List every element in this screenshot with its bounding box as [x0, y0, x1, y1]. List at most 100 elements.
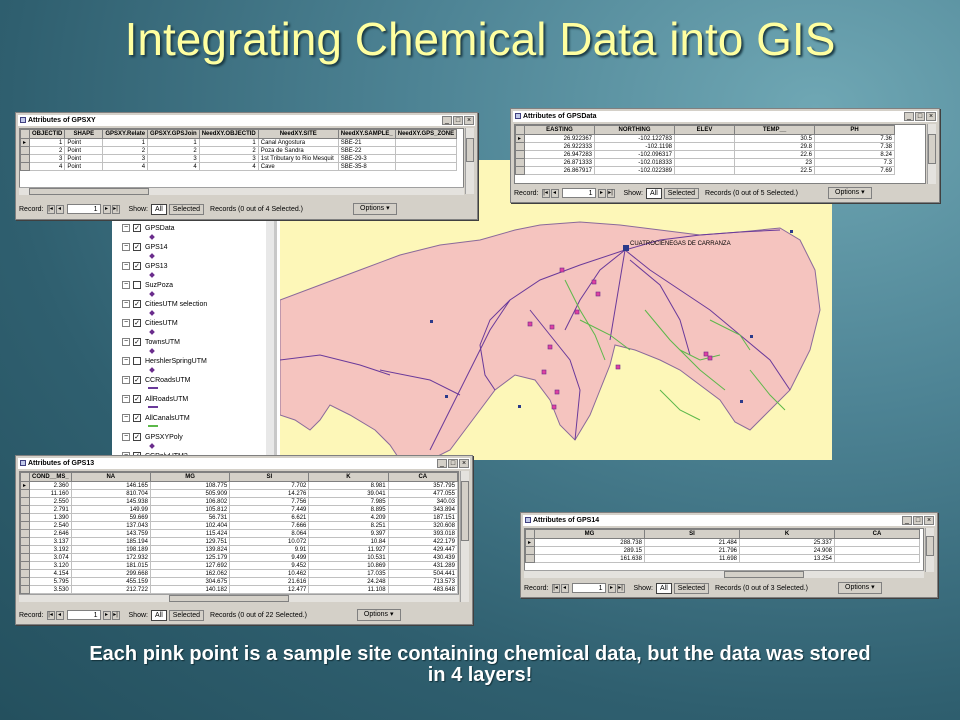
table-cell[interactable]: SBE-21: [337, 138, 396, 147]
next-record-button[interactable]: ▸: [102, 204, 111, 214]
table-cell[interactable]: 1st Tributary to Rio Mesquit: [257, 154, 339, 163]
table-cell[interactable]: 1: [147, 138, 200, 147]
options-button[interactable]: Options ▾: [838, 582, 882, 594]
column-header[interactable]: NeedXY.SAMPLE_: [337, 129, 396, 139]
row-selector[interactable]: [525, 554, 535, 563]
expand-collapse-icon[interactable]: −: [122, 281, 130, 289]
table-cell[interactable]: [834, 546, 920, 555]
table-cell[interactable]: 146.165: [70, 481, 151, 490]
table-cell[interactable]: 10.072: [229, 537, 310, 546]
toc-layer-item[interactable]: − ✓ GPSData: [122, 220, 175, 236]
row-selector[interactable]: ▸: [515, 134, 525, 143]
toc-scrollbar[interactable]: [266, 210, 274, 460]
row-selector[interactable]: [20, 505, 30, 514]
table-row[interactable]: 26.867917 -102.022389 22.5 7.69: [515, 166, 895, 175]
column-header[interactable]: OBJECTID: [28, 129, 66, 139]
table-cell[interactable]: 149.99: [70, 505, 151, 514]
table-cell[interactable]: 212.722: [70, 585, 151, 594]
layer-visibility-checkbox[interactable]: ✓: [133, 243, 141, 251]
expand-collapse-icon[interactable]: −: [122, 243, 130, 251]
column-header[interactable]: EASTING: [524, 125, 595, 135]
table-cell[interactable]: 108.775: [149, 481, 231, 490]
table-row[interactable]: ▸ 288.738 21.484 25.337: [525, 538, 920, 547]
table-cell[interactable]: 3.530: [28, 585, 72, 594]
table-cell[interactable]: 2.646: [28, 529, 72, 538]
toc-layer-item[interactable]: − ✓ CCRoadsUTM: [122, 372, 191, 388]
row-selector[interactable]: [515, 150, 525, 159]
minimize-button[interactable]: _: [902, 516, 912, 525]
table-cell[interactable]: 26.871333: [524, 158, 595, 167]
table-cell[interactable]: 3.137: [28, 537, 72, 546]
table-cell[interactable]: 2.540: [28, 521, 72, 530]
expand-collapse-icon[interactable]: −: [122, 224, 130, 232]
toc-layer-item[interactable]: − ✓ CitiesUTM: [122, 315, 178, 331]
table-cell[interactable]: 59.669: [70, 513, 151, 522]
layer-visibility-checkbox[interactable]: ✓: [133, 433, 141, 441]
expand-collapse-icon[interactable]: −: [122, 357, 130, 365]
close-button[interactable]: ×: [924, 516, 934, 525]
table-cell[interactable]: 11.108: [308, 585, 389, 594]
table-cell[interactable]: 1: [28, 138, 66, 147]
row-selector[interactable]: [20, 497, 30, 506]
horizontal-scrollbar[interactable]: [524, 570, 924, 578]
toc-layer-item[interactable]: − ✓ CitiesUTM selection: [122, 296, 207, 312]
table-row[interactable]: 3.192 198.189 139.824 9.91 11.927 429.447: [20, 545, 458, 554]
table-cell[interactable]: 143.759: [70, 529, 151, 538]
table-row[interactable]: 289.15 21.796 24.908: [525, 546, 920, 555]
table-cell[interactable]: Point: [64, 154, 104, 163]
table-cell[interactable]: 145.938: [70, 497, 151, 506]
table-cell[interactable]: 320.608: [387, 521, 458, 530]
column-header[interactable]: MG: [149, 472, 231, 482]
table-cell[interactable]: 504.441: [387, 569, 458, 578]
row-selector[interactable]: [20, 553, 30, 562]
next-record-button[interactable]: ▸: [102, 610, 111, 620]
last-record-button[interactable]: ▸|: [111, 610, 120, 620]
table-cell[interactable]: 299.668: [70, 569, 151, 578]
table-cell[interactable]: 9.452: [229, 561, 310, 570]
layer-visibility-checkbox[interactable]: ✓: [133, 319, 141, 327]
column-header[interactable]: TEMP__: [734, 125, 815, 135]
table-cell[interactable]: 1: [198, 138, 259, 147]
column-header[interactable]: NeedXY.OBJECTID: [198, 129, 259, 139]
table-cell[interactable]: 162.062: [149, 569, 231, 578]
layer-visibility-checkbox[interactable]: ✓: [133, 300, 141, 308]
vertical-scrollbar[interactable]: [460, 471, 469, 602]
table-row[interactable]: ▸ 26.922367 -102.122783 30.5 7.36: [515, 134, 895, 143]
table-cell[interactable]: 6.621: [229, 513, 310, 522]
table-cell[interactable]: 7.38: [814, 142, 895, 151]
table-cell[interactable]: 4.209: [308, 513, 389, 522]
table-cell[interactable]: 7.985: [308, 497, 389, 506]
table-row[interactable]: 4.154 299.668 162.062 10.462 17.035 504.441: [20, 569, 458, 578]
row-selector[interactable]: ▸: [20, 138, 30, 147]
prev-record-button[interactable]: ◂: [560, 583, 569, 593]
prev-record-button[interactable]: ◂: [550, 188, 559, 198]
horizontal-scrollbar[interactable]: [19, 187, 464, 195]
table-row[interactable]: 3 Point 3 3 3 1st Tributary to Rio Mesquit SBE…: [20, 154, 458, 163]
table-cell[interactable]: 4: [147, 162, 200, 171]
column-header[interactable]: CA: [387, 472, 458, 482]
row-selector[interactable]: [515, 142, 525, 151]
column-header[interactable]: NORTHING: [594, 125, 675, 135]
row-selector[interactable]: [20, 529, 30, 538]
row-selector[interactable]: [20, 154, 30, 163]
row-selector-header[interactable]: [515, 125, 525, 135]
attribute-table[interactable]: MG SI K CA ▸ 288.738 21.484 25.337 289.15 21.796 2…: [524, 528, 924, 572]
table-cell[interactable]: -102.122783: [594, 134, 675, 143]
table-cell[interactable]: 3: [198, 154, 259, 163]
table-cell[interactable]: 161.638: [534, 554, 645, 563]
table-cell[interactable]: SBE-22: [337, 146, 396, 155]
table-row[interactable]: 3.074 172.932 125.179 9.499 10.531 430.439: [20, 553, 458, 562]
table-cell[interactable]: -102.1198: [594, 142, 675, 151]
attributes-gps13-window[interactable]: Attributes of GPS13 _ □ × COND__MS_ NA MG S…: [15, 455, 473, 625]
table-cell[interactable]: 5.795: [28, 577, 72, 586]
table-cell[interactable]: 7.36: [814, 134, 895, 143]
record-input[interactable]: 1: [561, 188, 596, 198]
table-cell[interactable]: 12.477: [229, 585, 310, 594]
table-cell[interactable]: [674, 142, 735, 151]
row-selector[interactable]: [20, 561, 30, 570]
table-cell[interactable]: 1.390: [28, 513, 72, 522]
table-cell[interactable]: 7.69: [814, 166, 895, 175]
table-cell[interactable]: Point: [64, 138, 104, 147]
table-row[interactable]: 26.871333 -102.018333 23 7.3: [515, 158, 895, 167]
column-header[interactable]: GPSXY.Relate: [102, 129, 149, 139]
